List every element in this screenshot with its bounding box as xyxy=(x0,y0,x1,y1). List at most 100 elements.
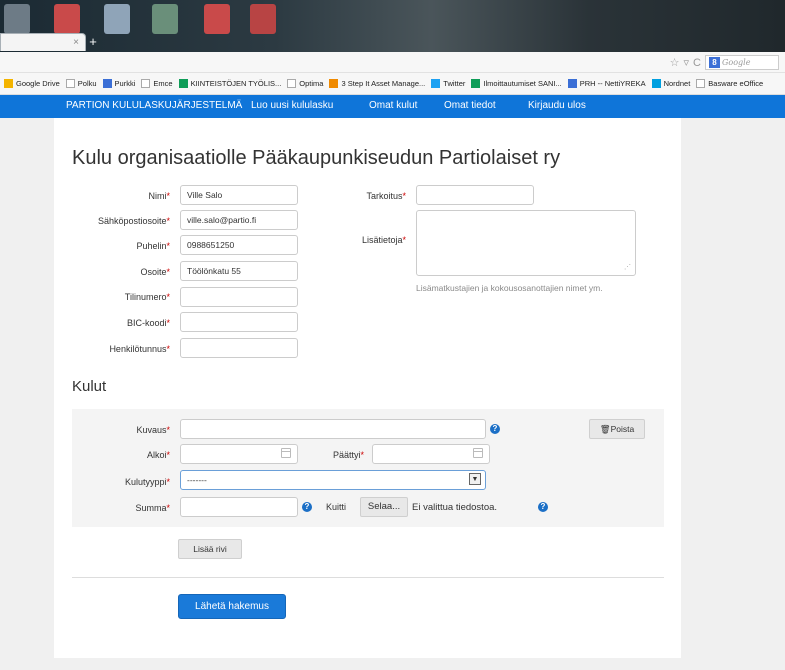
bookmark-item[interactable]: Optima xyxy=(287,79,323,88)
puhelin-field[interactable]: 0988651250 xyxy=(180,235,298,255)
google-drive-icon xyxy=(4,79,13,88)
add-row-button[interactable]: Lisää rivi xyxy=(178,539,242,559)
bookmark-item[interactable]: Ilmoittautumiset SANI... xyxy=(471,79,562,88)
pdf-icon[interactable] xyxy=(54,4,80,34)
nav-my-info[interactable]: Omat tiedot xyxy=(444,100,496,111)
kuvaus-label: Kuvaus* xyxy=(136,425,170,435)
dropdown-icon[interactable]: ▿ xyxy=(684,56,690,69)
help-icon[interactable]: ? xyxy=(490,424,500,434)
refresh-icon[interactable]: C xyxy=(693,57,701,69)
henkilotunnus-field[interactable] xyxy=(180,338,298,358)
document-icon[interactable] xyxy=(104,4,130,34)
bookmark-item[interactable]: KIINTEISTÖJEN TYÖLIS... xyxy=(178,79,282,88)
bookmark-item[interactable]: Purkki xyxy=(102,79,136,88)
bookmark-label: Basware eOffice xyxy=(708,79,764,88)
search-box[interactable]: 8 Google xyxy=(705,55,779,70)
help-icon[interactable]: ? xyxy=(538,502,548,512)
lisatietoja-textarea[interactable] xyxy=(416,210,636,276)
nav-logout[interactable]: Kirjaudu ulos xyxy=(528,100,586,111)
page-icon xyxy=(141,79,151,88)
google-icon: 8 xyxy=(709,57,720,68)
browse-file-button[interactable]: Selaa... xyxy=(360,497,408,517)
kulutyyppi-select[interactable]: ------- xyxy=(180,470,486,490)
bookmark-label: Polku xyxy=(77,79,97,88)
nav-new-expense[interactable]: Luo uusi kululasku xyxy=(251,100,333,111)
lisatietoja-hint: Lisämatkustajien ja kokousosanottajien n… xyxy=(416,283,603,293)
bookmark-item[interactable]: Twitter xyxy=(431,79,465,88)
brand-link[interactable]: PARTION KULULASKUJÄRJESTELMÄ xyxy=(66,100,242,111)
divider xyxy=(72,577,664,578)
henkilotunnus-label: Henkilötunnus* xyxy=(109,344,170,354)
close-icon[interactable]: × xyxy=(73,37,79,48)
browser-tab[interactable]: × xyxy=(0,33,86,51)
email-field[interactable]: ville.salo@partio.fi xyxy=(180,210,298,230)
paattyi-label: Päättyi* xyxy=(332,450,364,460)
arc-icon xyxy=(329,79,339,88)
bic-field[interactable] xyxy=(180,312,298,332)
os-taskbar xyxy=(0,0,785,52)
page-icon xyxy=(65,79,75,88)
nimi-field[interactable]: Ville Salo xyxy=(180,185,298,205)
chevron-down-icon[interactable]: ▼ xyxy=(469,473,481,485)
browser-toolbar: ☆ ▿ C 8 Google xyxy=(0,52,785,73)
sheet-icon xyxy=(471,79,481,88)
bookmark-item[interactable]: PRH -- NettiYREKA xyxy=(567,79,646,88)
bookmark-label: Ilmoittautumiset SANI... xyxy=(483,79,562,88)
alkoi-label: Alkoi* xyxy=(146,450,170,460)
bookmark-label: Optima xyxy=(299,79,324,88)
tarkoitus-field[interactable] xyxy=(416,185,534,205)
bookmark-label: Nordnet xyxy=(663,79,691,88)
osoite-field[interactable]: Töölönkatu 55 xyxy=(180,261,298,281)
new-tab-button[interactable]: + xyxy=(86,35,100,49)
puhelin-label: Puhelin* xyxy=(136,241,170,251)
bookmark-item[interactable]: Emce xyxy=(141,79,173,88)
bookmark-item[interactable]: Google Drive xyxy=(4,79,60,88)
pdf-icon[interactable] xyxy=(250,4,276,34)
bic-label: BIC-koodi* xyxy=(126,318,170,328)
submit-button[interactable]: Lähetä hakemus xyxy=(178,594,286,619)
osoite-label: Osoite* xyxy=(140,267,170,277)
bookmark-label: Twitter xyxy=(443,79,466,88)
help-icon[interactable]: ? xyxy=(302,502,312,512)
search-placeholder: Google xyxy=(722,58,751,67)
tilinumero-field[interactable] xyxy=(180,287,298,307)
bookmark-star-icon[interactable]: ☆ xyxy=(670,56,680,69)
kuvaus-field[interactable] xyxy=(180,419,486,439)
sheet-icon xyxy=(178,79,188,88)
page-icon xyxy=(696,79,706,88)
computer-icon[interactable] xyxy=(4,4,30,34)
costs-heading: Kulut xyxy=(72,378,107,395)
bookmarks-bar: Google Drive Polku Purkki Emce KIINTEISTÖJEN… xyxy=(0,73,785,95)
app-navbar: PARTION KULULASKUJÄRJESTELMÄ Luo uusi ku… xyxy=(0,95,785,118)
summa-field[interactable] xyxy=(180,497,298,517)
pdf-icon[interactable] xyxy=(204,4,230,34)
ie-icon xyxy=(567,79,577,88)
calendar-icon[interactable] xyxy=(473,448,483,458)
bookmark-label: Google Drive xyxy=(16,79,60,88)
image-icon[interactable] xyxy=(152,4,178,34)
nav-my-expenses[interactable]: Omat kulut xyxy=(369,100,417,111)
delete-row-button[interactable]: 🗑Poista xyxy=(589,419,645,439)
nimi-label: Nimi* xyxy=(148,191,170,201)
bookmark-label: PRH -- NettiYREKA xyxy=(579,79,646,88)
bookmark-label: Purkki xyxy=(114,79,136,88)
purkki-icon xyxy=(102,79,112,88)
bookmark-item[interactable]: 3 Step It Asset Manage... xyxy=(329,79,425,88)
bookmark-label: 3 Step It Asset Manage... xyxy=(341,79,426,88)
bookmark-item[interactable]: Basware eOffice xyxy=(696,79,763,88)
bookmark-item[interactable]: Nordnet xyxy=(651,79,691,88)
email-label: Sähköpostiosoite* xyxy=(97,216,170,226)
twitter-icon xyxy=(431,79,441,88)
trash-icon: 🗑 xyxy=(599,424,611,434)
tilinumero-label: Tilinumero* xyxy=(124,292,170,302)
kulutyyppi-label: Kulutyyppi* xyxy=(124,477,170,487)
bookmark-item[interactable]: Polku xyxy=(65,79,97,88)
alkoi-date-field[interactable] xyxy=(180,444,298,464)
paattyi-date-field[interactable] xyxy=(372,444,490,464)
calendar-icon[interactable] xyxy=(281,448,291,458)
kuitti-label: Kuitti xyxy=(326,502,347,512)
nordnet-icon xyxy=(651,79,661,88)
bookmark-label: KIINTEISTÖJEN TYÖLIS... xyxy=(190,79,282,88)
summa-label: Summa* xyxy=(135,503,170,513)
tarkoitus-label: Tarkoitus* xyxy=(366,191,406,201)
